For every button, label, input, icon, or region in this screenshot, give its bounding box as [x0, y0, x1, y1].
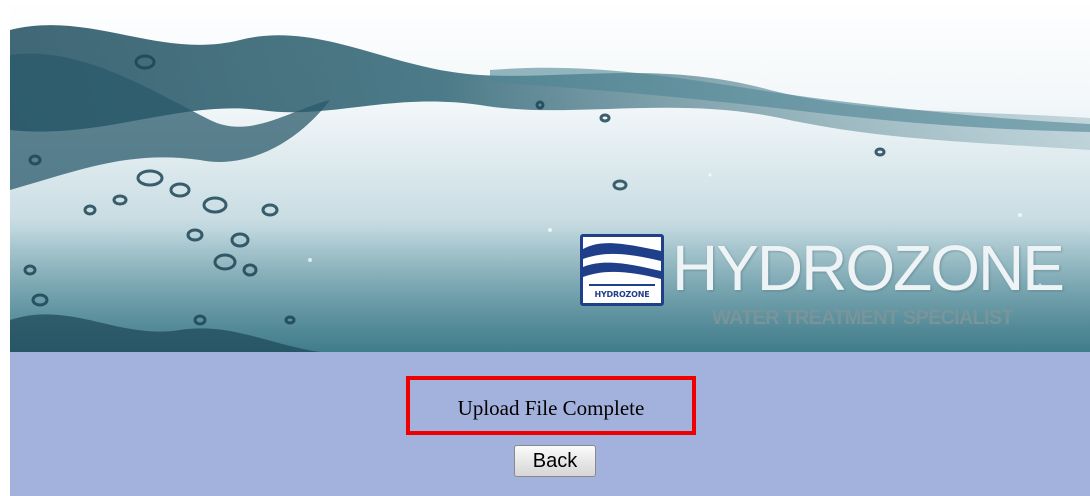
upload-status-message: Upload File Complete: [457, 396, 645, 420]
brand-tagline: WATER TREATMENT SPECIALIST: [712, 307, 1013, 329]
content-area: Upload File Complete Back: [10, 352, 1090, 496]
header-banner: HYDROZONE HYDROZONE WATER TREATMENT SPEC…: [10, 0, 1090, 352]
upload-complete-page: HYDROZONE HYDROZONE WATER TREATMENT SPEC…: [0, 0, 1090, 496]
hydrozone-logo: HYDROZONE HYDROZONE WATER TREATMENT SPEC…: [580, 228, 1080, 348]
hydrozone-badge-icon: HYDROZONE: [580, 234, 664, 306]
status-highlight-box: Upload File Complete: [406, 376, 696, 435]
back-button[interactable]: Back: [514, 445, 596, 477]
brand-name: HYDROZONE: [672, 232, 1065, 304]
badge-label: HYDROZONE: [594, 290, 650, 299]
